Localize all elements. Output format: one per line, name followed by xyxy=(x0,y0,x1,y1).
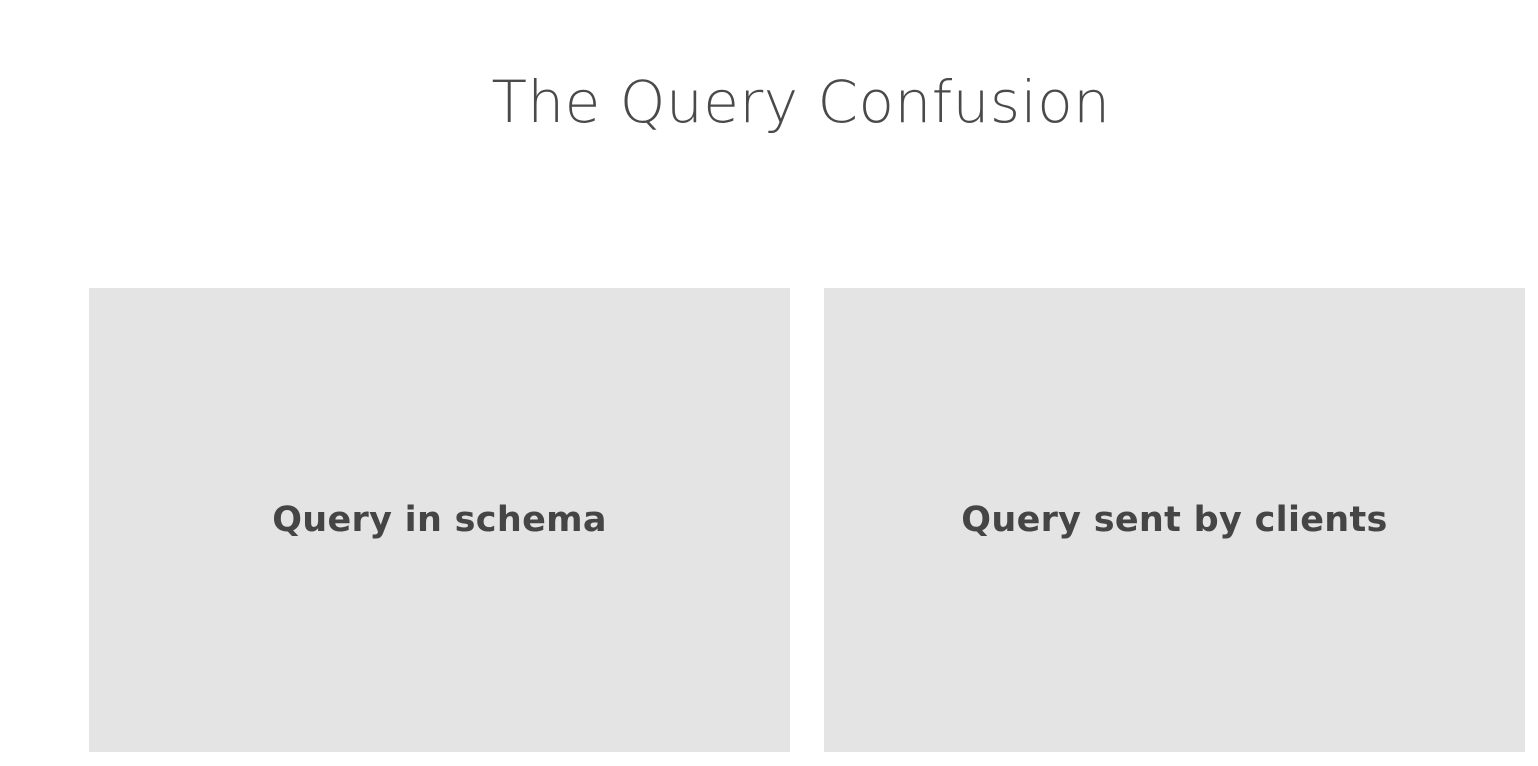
slide-title: The Query Confusion xyxy=(491,68,1111,136)
query-in-schema-label: Query in schema xyxy=(272,500,607,540)
query-sent-by-clients-panel: Query sent by clients xyxy=(824,288,1525,752)
query-in-schema-panel: Query in schema xyxy=(89,288,790,752)
query-sent-by-clients-label: Query sent by clients xyxy=(961,500,1388,540)
